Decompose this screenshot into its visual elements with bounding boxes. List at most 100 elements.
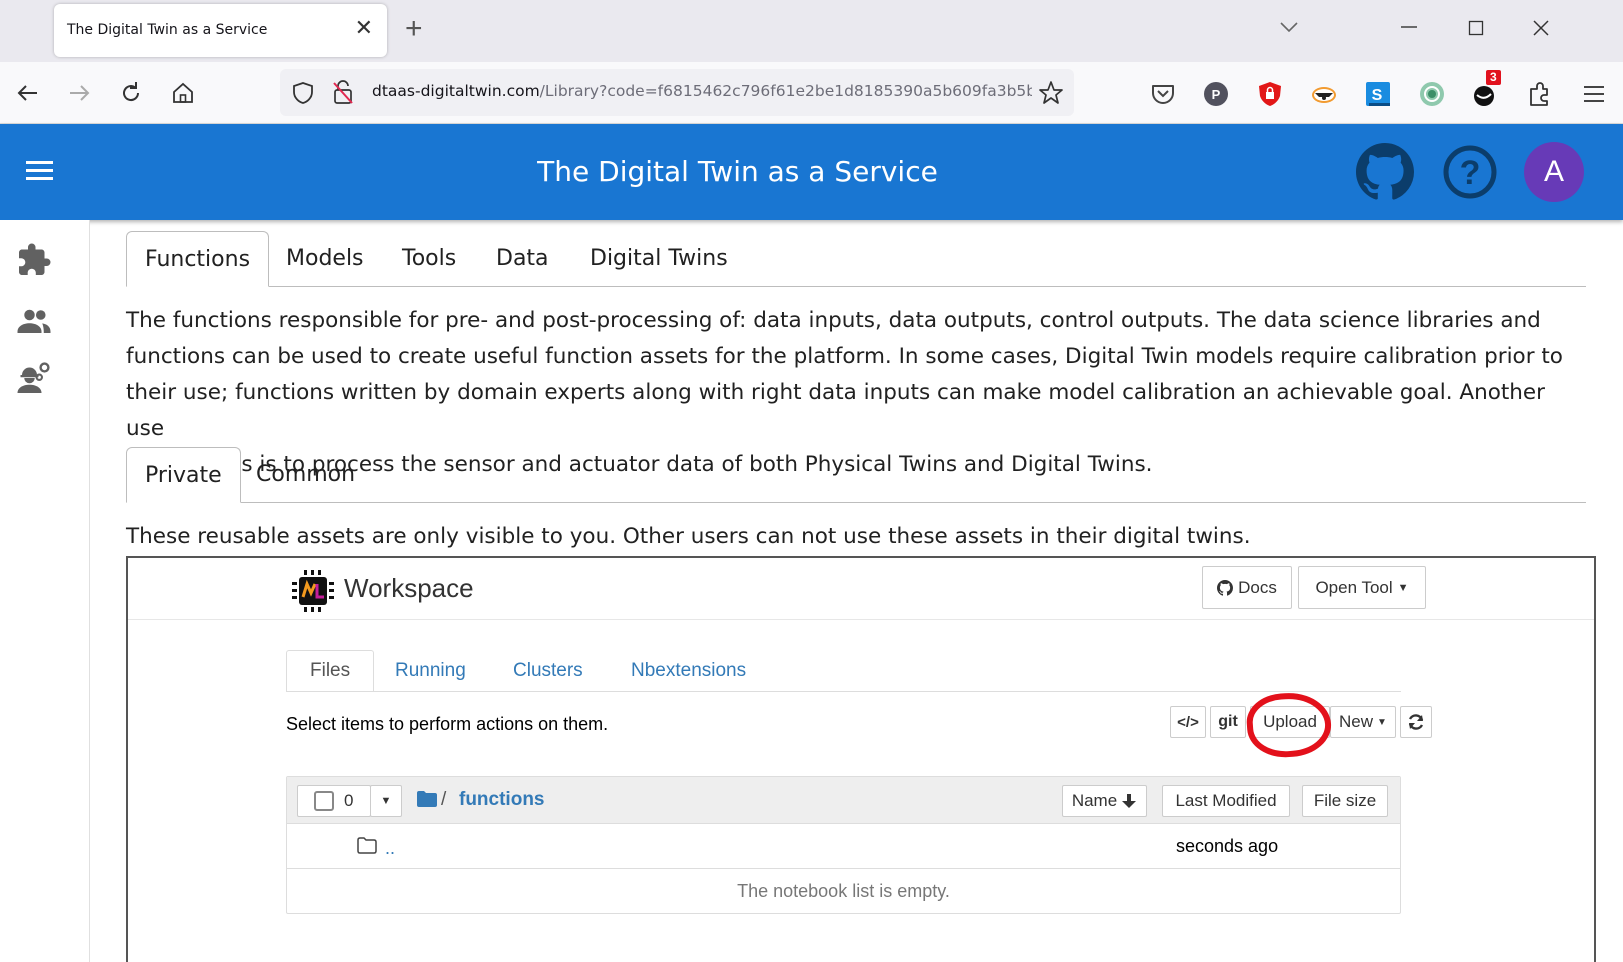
jupyter-tab-running[interactable]: Running [372, 650, 489, 691]
new-dropdown[interactable]: New ▼ [1330, 706, 1396, 738]
folder-icon[interactable] [417, 791, 437, 807]
code-button[interactable]: </> [1170, 706, 1206, 738]
upload-button[interactable]: Upload [1250, 706, 1330, 738]
docs-label: Docs [1238, 577, 1277, 597]
empty-list-message: The notebook list is empty. [737, 881, 950, 901]
svg-text:?: ? [1460, 154, 1481, 192]
tab-data[interactable]: Data [478, 231, 567, 286]
jupyter-workspace-frame: Workspace Docs Open Tool ▼ Files Running… [126, 556, 1596, 962]
sort-file-size-button[interactable]: File size [1302, 785, 1388, 817]
browser-tab[interactable]: The Digital Twin as a Service ✕ [54, 4, 387, 57]
git-button[interactable]: git [1210, 706, 1246, 738]
tab-models[interactable]: Models [268, 231, 382, 286]
forward-button[interactable] [64, 78, 94, 108]
tab-label: Private [145, 462, 222, 488]
shield-icon[interactable] [292, 81, 314, 105]
select-all-checkbox[interactable]: 0 [297, 785, 371, 817]
tab-label: Digital Twins [590, 246, 728, 271]
refresh-button[interactable] [1400, 706, 1432, 738]
browser-menu-button[interactable] [1580, 80, 1608, 108]
url-path: /Library?code=f6815462c796f61e2be1d81853… [539, 82, 1032, 100]
browser-menu-icon [1584, 86, 1604, 102]
sidebar-item-digital-twins[interactable] [16, 303, 52, 339]
tab-functions[interactable]: Functions [126, 231, 270, 287]
tab-label: Data [496, 246, 549, 271]
ublock-icon [1259, 82, 1281, 106]
jupyter-tab-clusters[interactable]: Clusters [490, 650, 606, 691]
tab-label: Tools [402, 246, 457, 271]
minimize-icon[interactable] [1400, 22, 1418, 30]
insecure-lock-icon[interactable] [332, 79, 354, 105]
parent-folder-link[interactable]: .. [385, 838, 395, 859]
s-extension-button[interactable]: S [1364, 80, 1392, 108]
close-tab-icon[interactable]: ✕ [355, 17, 373, 39]
green-circle-extension-button[interactable] [1418, 80, 1446, 108]
svg-text:P: P [1212, 87, 1221, 102]
description-line: functions can be used to create useful f… [126, 344, 1563, 369]
extensions-puzzle-icon [1530, 82, 1548, 106]
tab-digital-twins[interactable]: Digital Twins [572, 231, 746, 286]
back-button[interactable] [13, 78, 43, 108]
tab-private[interactable]: Private [126, 447, 241, 503]
jupyter-tab-nbextensions[interactable]: Nbextensions [608, 650, 769, 691]
tab-tools[interactable]: Tools [384, 231, 474, 286]
p-extension-button[interactable]: P [1202, 80, 1230, 108]
tab-common[interactable]: Common [238, 447, 373, 502]
new-label: New [1339, 712, 1374, 731]
notebook-list-header: 0 ▼ / functions Name Last Modified File … [287, 777, 1400, 824]
help-icon: ? [1443, 145, 1497, 199]
jupyter-tab-files[interactable]: Files [286, 650, 375, 692]
svg-text:S: S [1372, 87, 1383, 104]
selection-dropdown[interactable]: ▼ [370, 785, 402, 817]
scope-tabs: Private Common [126, 447, 1586, 503]
pocket-button[interactable] [1149, 80, 1177, 108]
tab-label: Common [256, 462, 356, 487]
home-icon [173, 82, 193, 103]
url-bar[interactable]: dtaas-digitaltwin.com/Library?code=f6815… [280, 69, 1074, 116]
sidebar-item-workbench[interactable] [16, 360, 52, 396]
sort-name-button[interactable]: Name [1062, 785, 1147, 817]
privacy-badger-button[interactable] [1310, 80, 1338, 108]
green-circle-extension-icon [1420, 82, 1444, 106]
user-avatar[interactable]: A [1524, 142, 1584, 202]
home-button[interactable] [168, 78, 198, 108]
breadcrumb-functions[interactable]: functions [459, 789, 545, 811]
notebook-list: 0 ▼ / functions Name Last Modified File … [286, 776, 1401, 914]
description-line: their use; functions written by domain e… [126, 380, 1545, 441]
sidebar-item-library[interactable] [16, 242, 52, 278]
help-button[interactable]: ? [1441, 143, 1499, 206]
github-icon [1217, 579, 1234, 596]
selected-count: 0 [344, 791, 354, 810]
ublock-button[interactable] [1256, 80, 1284, 108]
github-button[interactable] [1356, 143, 1414, 206]
table-row[interactable]: .. seconds ago [287, 824, 1400, 869]
extensions-button[interactable] [1526, 80, 1554, 108]
new-tab-button[interactable]: + [405, 14, 423, 44]
tab-label: Models [286, 246, 364, 271]
row-modified: seconds ago [1176, 836, 1279, 856]
sidebar [0, 220, 90, 962]
refresh-icon [1408, 714, 1424, 730]
tab-label: Functions [145, 246, 251, 272]
notification-extension-button[interactable]: 3 [1472, 70, 1501, 108]
bookmark-star-icon[interactable] [1038, 80, 1064, 106]
url-text[interactable]: dtaas-digitaltwin.com/Library?code=f6815… [372, 82, 1032, 100]
docs-button[interactable]: Docs [1202, 566, 1292, 609]
sort-last-modified-button[interactable]: Last Modified [1162, 785, 1290, 817]
maximize-icon[interactable] [1468, 20, 1484, 36]
url-domain: dtaas-digitaltwin.com [372, 82, 540, 100]
breadcrumb-separator: / [441, 789, 447, 810]
github-icon [1356, 143, 1414, 200]
forward-icon [70, 85, 90, 101]
tab-label: Running [395, 659, 466, 681]
tab-list-chevron-icon[interactable] [1279, 20, 1299, 34]
jupyter-tab-divider [286, 691, 1401, 692]
open-tool-dropdown[interactable]: Open Tool ▼ [1298, 566, 1426, 609]
pocket-icon [1152, 85, 1174, 104]
window-close-icon[interactable] [1532, 19, 1550, 37]
library-tabs: Functions Models Tools Data Digital Twin… [126, 231, 1586, 287]
folder-outline-icon [357, 837, 377, 854]
browser-tab-strip: The Digital Twin as a Service ✕ + [0, 0, 1623, 62]
reload-button[interactable] [116, 78, 146, 108]
jupyter-header: Workspace Docs Open Tool ▼ [128, 558, 1594, 620]
